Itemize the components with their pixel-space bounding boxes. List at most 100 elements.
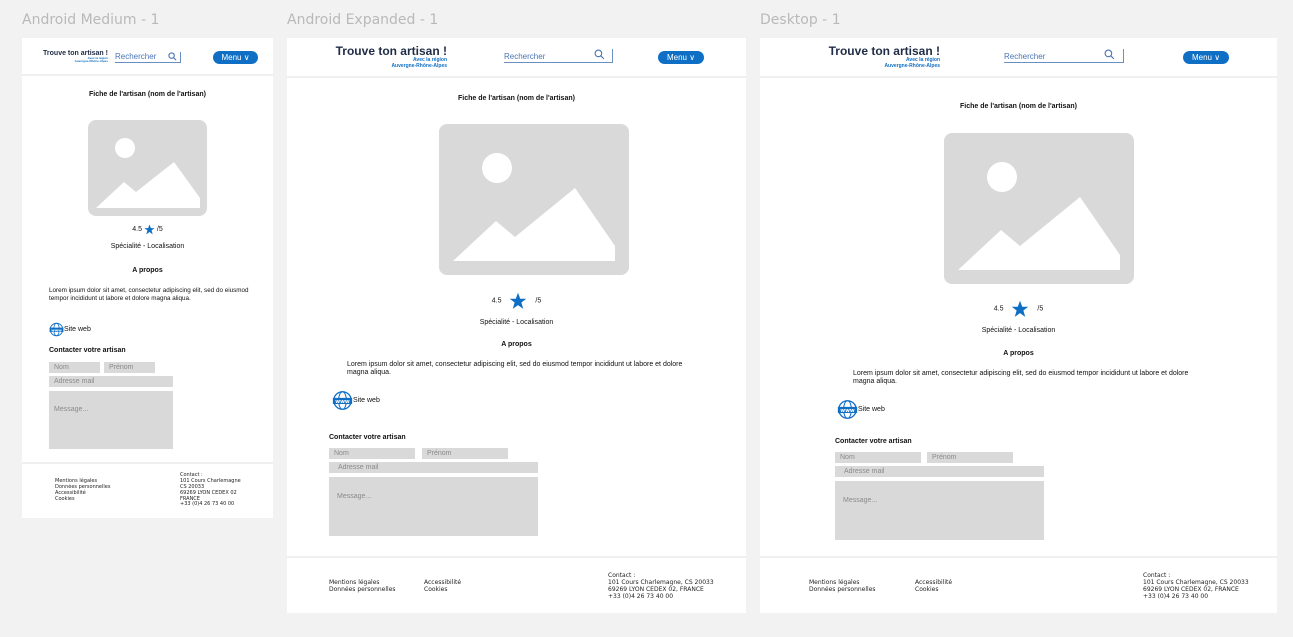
footer-link-donnees[interactable]: Données personnelles bbox=[329, 586, 396, 593]
prenom-field[interactable]: Prénom bbox=[927, 452, 1013, 463]
footer-link-accessibilite[interactable]: Accessibilité bbox=[424, 579, 461, 586]
rating-max: /5 bbox=[535, 297, 542, 305]
logo-title: Trouve ton artisan ! bbox=[828, 44, 940, 58]
globe-www-icon: www bbox=[837, 400, 858, 419]
image-placeholder-icon bbox=[958, 162, 1120, 270]
logo-region: Auvergne-Rhône-Alpes bbox=[391, 62, 447, 69]
logo-title: Trouve ton artisan ! bbox=[335, 44, 447, 58]
star-icon bbox=[144, 224, 155, 235]
footer-contact: Contact : 101 Cours Charlemagne CS 20033… bbox=[180, 472, 241, 508]
contact-phone: +33 (0)4 26 73 40 00 bbox=[608, 593, 674, 601]
contact-label: Contact : bbox=[1143, 572, 1171, 579]
nom-field[interactable]: Nom bbox=[329, 448, 415, 459]
website-label: Site web bbox=[64, 326, 91, 333]
footer-link-cookies[interactable]: Cookies bbox=[424, 586, 461, 593]
contact-phone: +33 (0)4 26 73 40 00 bbox=[1143, 593, 1209, 601]
frame-label-medium: Android Medium - 1 bbox=[22, 12, 160, 28]
contact-address: 101 Cours Charlemagne, CS 20033 bbox=[608, 579, 714, 587]
footer-links-col1: Mentions légales Données personnelles bbox=[809, 579, 876, 593]
nom-field[interactable]: Nom bbox=[49, 362, 100, 373]
header: Trouve ton artisan ! Avec la région Auve… bbox=[760, 38, 1277, 78]
footer-link-mentions[interactable]: Mentions légales bbox=[809, 579, 876, 586]
search-icon[interactable] bbox=[594, 49, 605, 60]
rating-value: 4.5 bbox=[491, 297, 502, 305]
page-title: Fiche de l'artisan (nom de l'artisan) bbox=[89, 91, 206, 98]
globe-www-icon: www bbox=[332, 391, 353, 410]
search-placeholder: Rechercher bbox=[115, 52, 157, 61]
footer: Mentions légales Données personnelles Ac… bbox=[287, 556, 746, 613]
logo[interactable]: Trouve ton artisan ! Avec la région Auve… bbox=[327, 44, 447, 69]
rating: 4.5 /5 bbox=[22, 224, 273, 235]
contact-city: 69269 LYON CEDEX 02, FRANCE bbox=[1143, 586, 1239, 594]
header: Trouve ton artisan ! Avec la région Auve… bbox=[22, 38, 273, 76]
menu-button[interactable]: Menu ∨ bbox=[658, 51, 704, 64]
prenom-field[interactable]: Prénom bbox=[422, 448, 508, 459]
search-icon[interactable] bbox=[1104, 49, 1115, 60]
frame-label-expanded: Android Expanded - 1 bbox=[287, 12, 439, 28]
website-link[interactable]: www Site web bbox=[49, 322, 91, 337]
footer-links-col1: Mentions légales Données personnelles bbox=[329, 579, 396, 593]
rating: 4.5 /5 bbox=[760, 300, 1277, 318]
rating-value: 4.5 bbox=[993, 305, 1004, 313]
search-input[interactable]: Rechercher bbox=[115, 52, 181, 63]
email-field[interactable]: Adresse mail bbox=[835, 466, 1044, 477]
image-placeholder-icon bbox=[453, 153, 615, 261]
about-text: Lorem ipsum dolor sit amet, consectetur … bbox=[347, 361, 683, 377]
logo-region: Auvergne-Rhône-Alpes bbox=[74, 59, 108, 64]
artisan-photo bbox=[88, 120, 207, 216]
search-input[interactable]: Rechercher bbox=[1004, 49, 1124, 63]
rating-max: /5 bbox=[156, 226, 163, 233]
footer: Mentions légales Données personnelles Ac… bbox=[760, 556, 1277, 613]
frame-label-desktop: Desktop - 1 bbox=[760, 12, 841, 28]
website-link[interactable]: www Site web bbox=[332, 390, 380, 411]
footer: Mentions légales Données personnelles Ac… bbox=[22, 462, 273, 518]
nom-field[interactable]: Nom bbox=[835, 452, 921, 463]
globe-www-icon: www bbox=[49, 322, 64, 337]
contact-title: Contacter votre artisan bbox=[329, 434, 406, 441]
email-field[interactable]: Adresse mail bbox=[49, 376, 173, 387]
specialty-location: Spécialité - Localisation bbox=[479, 319, 554, 326]
contact-city: 69269 LYON CEDEX 02, FRANCE bbox=[608, 586, 704, 594]
search-icon[interactable] bbox=[168, 52, 177, 61]
svg-text:www: www bbox=[51, 328, 62, 332]
contact-phone: +33 (0)4 26 73 40 00 bbox=[180, 501, 235, 508]
search-input[interactable]: Rechercher bbox=[504, 49, 613, 63]
about-text: Lorem ipsum dolor sit amet, consectetur … bbox=[853, 370, 1189, 386]
website-label: Site web bbox=[353, 397, 380, 404]
footer-link-mentions[interactable]: Mentions légales bbox=[329, 579, 396, 586]
email-field[interactable]: Adresse mail bbox=[329, 462, 538, 473]
contact-title: Contacter votre artisan bbox=[835, 438, 912, 445]
contact-label: Contact : bbox=[608, 572, 636, 579]
footer-links-col2: Accessibilité Cookies bbox=[424, 579, 461, 593]
menu-button[interactable]: Menu ∨ bbox=[1183, 51, 1229, 64]
svg-text:www: www bbox=[840, 408, 855, 414]
menu-button[interactable]: Menu ∨ bbox=[213, 51, 258, 64]
footer-link-cookies[interactable]: Cookies bbox=[915, 586, 952, 593]
logo[interactable]: Trouve ton artisan ! Avec la région Auve… bbox=[819, 44, 940, 69]
footer-contact: Contact : 101 Cours Charlemagne, CS 2003… bbox=[608, 572, 714, 600]
about-title: A propos bbox=[501, 341, 532, 348]
star-icon bbox=[510, 292, 527, 309]
message-field[interactable]: Message... bbox=[329, 477, 538, 536]
image-placeholder-icon bbox=[96, 138, 200, 208]
footer-link-donnees[interactable]: Données personnelles bbox=[809, 586, 876, 593]
footer-links-col2: Accessibilité Cookies bbox=[915, 579, 952, 593]
contact-address: 101 Cours Charlemagne, CS 20033 bbox=[1143, 579, 1249, 587]
artisan-photo bbox=[439, 124, 629, 275]
search-placeholder: Rechercher bbox=[504, 52, 546, 61]
prenom-field[interactable]: Prénom bbox=[104, 362, 155, 373]
footer-link-cookies[interactable]: Cookies bbox=[55, 496, 110, 503]
website-link[interactable]: www Site web bbox=[837, 399, 885, 420]
message-field[interactable]: Message... bbox=[49, 391, 173, 449]
about-title: A propos bbox=[132, 267, 163, 274]
artisan-photo bbox=[944, 133, 1134, 284]
rating-max: /5 bbox=[1037, 305, 1044, 313]
message-field[interactable]: Message... bbox=[835, 481, 1044, 540]
footer-link-accessibilite[interactable]: Accessibilité bbox=[915, 579, 952, 586]
header: Trouve ton artisan ! Avec la région Auve… bbox=[287, 38, 746, 78]
star-icon bbox=[1012, 300, 1029, 317]
website-label: Site web bbox=[858, 406, 885, 413]
search-placeholder: Rechercher bbox=[1004, 52, 1046, 61]
footer-links: Mentions légales Données personnelles Ac… bbox=[55, 478, 110, 503]
logo[interactable]: Trouve ton artisan ! Avec la région Auve… bbox=[26, 50, 108, 64]
